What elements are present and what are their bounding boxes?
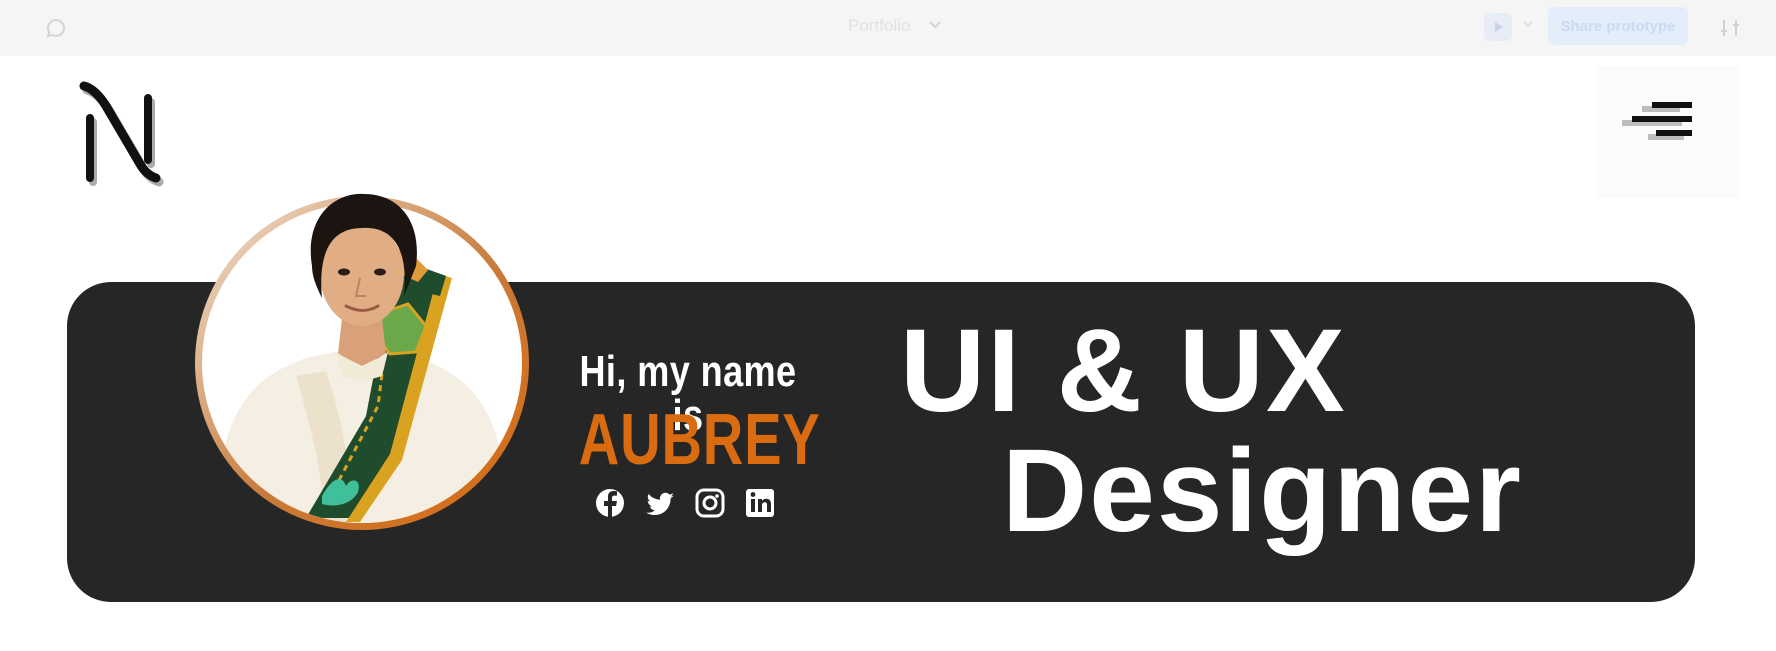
- share-prototype-button[interactable]: Share prototype: [1548, 7, 1688, 45]
- headline-line-1: UI & UX: [900, 305, 1347, 437]
- linkedin-icon[interactable]: [744, 486, 776, 520]
- hamburger-menu-icon: [1622, 102, 1692, 140]
- headline-line-2: Designer: [1002, 425, 1523, 557]
- editor-toolbar: Portfolio Share prototype: [0, 0, 1776, 56]
- menu-button[interactable]: [1596, 66, 1740, 198]
- chevron-down-icon[interactable]: [928, 20, 942, 30]
- settings-icon[interactable]: [1718, 16, 1742, 40]
- present-button[interactable]: [1484, 13, 1512, 41]
- comment-icon[interactable]: [44, 16, 68, 40]
- instagram-icon[interactable]: [694, 486, 726, 520]
- twitter-icon[interactable]: [644, 486, 676, 520]
- facebook-icon[interactable]: [594, 486, 626, 520]
- profile-photo: [195, 193, 529, 530]
- name-text: AUBREY: [578, 400, 821, 480]
- file-title[interactable]: Portfolio: [848, 16, 910, 36]
- play-icon: [1495, 22, 1503, 32]
- chevron-down-icon[interactable]: [1522, 20, 1534, 30]
